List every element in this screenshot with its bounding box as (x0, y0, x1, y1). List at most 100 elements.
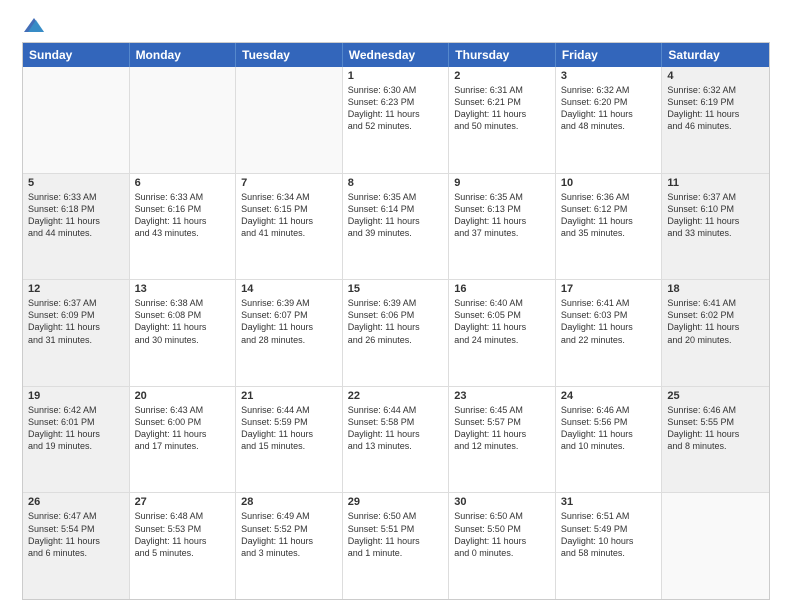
calendar: SundayMondayTuesdayWednesdayThursdayFrid… (22, 42, 770, 600)
calendar-cell: 24 Sunrise: 6:46 AM Sunset: 5:56 PM Dayli… (556, 387, 663, 493)
day-info: Sunrise: 6:43 AM Sunset: 6:00 PM Dayligh… (135, 404, 231, 453)
day-info: Sunrise: 6:32 AM Sunset: 6:20 PM Dayligh… (561, 84, 657, 133)
day-info: Sunrise: 6:41 AM Sunset: 6:03 PM Dayligh… (561, 297, 657, 346)
day-number: 6 (135, 177, 231, 189)
day-info: Sunrise: 6:33 AM Sunset: 6:18 PM Dayligh… (28, 191, 124, 240)
day-info: Sunrise: 6:36 AM Sunset: 6:12 PM Dayligh… (561, 191, 657, 240)
weekday-header: Wednesday (343, 43, 450, 67)
day-info: Sunrise: 6:37 AM Sunset: 6:09 PM Dayligh… (28, 297, 124, 346)
day-number: 19 (28, 390, 124, 402)
day-number: 2 (454, 70, 550, 82)
calendar-cell: 28Sunrise: 6:49 AM Sunset: 5:52 PM Dayli… (236, 493, 343, 599)
calendar-cell: 7Sunrise: 6:34 AM Sunset: 6:15 PM Daylig… (236, 174, 343, 280)
day-number: 18 (667, 283, 764, 295)
calendar-body: 1 Sunrise: 6:30 AM Sunset: 6:23 PM Daylig… (23, 67, 769, 599)
calendar-cell (236, 67, 343, 173)
calendar-cell: 25 Sunrise: 6:46 AM Sunset: 5:55 PM Dayli… (662, 387, 769, 493)
calendar-cell: 21 Sunrise: 6:44 AM Sunset: 5:59 PM Dayli… (236, 387, 343, 493)
logo (22, 18, 44, 32)
day-number: 12 (28, 283, 124, 295)
calendar-row: 26 Sunrise: 6:47 AM Sunset: 5:54 PM Dayli… (23, 493, 769, 599)
day-number: 10 (561, 177, 657, 189)
calendar-row: 19 Sunrise: 6:42 AM Sunset: 6:01 PM Dayli… (23, 387, 769, 494)
day-info: Sunrise: 6:38 AM Sunset: 6:08 PM Dayligh… (135, 297, 231, 346)
day-number: 23 (454, 390, 550, 402)
day-info: Sunrise: 6:32 AM Sunset: 6:19 PM Dayligh… (667, 84, 764, 133)
weekday-header: Monday (130, 43, 237, 67)
day-info: Sunrise: 6:35 AM Sunset: 6:13 PM Dayligh… (454, 191, 550, 240)
day-info: Sunrise: 6:37 AM Sunset: 6:10 PM Dayligh… (667, 191, 764, 240)
day-info: Sunrise: 6:33 AM Sunset: 6:16 PM Dayligh… (135, 191, 231, 240)
calendar-cell: 17 Sunrise: 6:41 AM Sunset: 6:03 PM Dayli… (556, 280, 663, 386)
day-info: Sunrise: 6:39 AM Sunset: 6:06 PM Dayligh… (348, 297, 444, 346)
day-number: 9 (454, 177, 550, 189)
day-number: 21 (241, 390, 337, 402)
day-number: 27 (135, 496, 231, 508)
weekday-header: Saturday (662, 43, 769, 67)
day-number: 14 (241, 283, 337, 295)
calendar-cell (23, 67, 130, 173)
day-info: Sunrise: 6:47 AM Sunset: 5:54 PM Dayligh… (28, 510, 124, 559)
day-info: Sunrise: 6:51 AM Sunset: 5:49 PM Dayligh… (561, 510, 657, 559)
day-number: 31 (561, 496, 657, 508)
calendar-cell (662, 493, 769, 599)
calendar-cell: 19 Sunrise: 6:42 AM Sunset: 6:01 PM Dayli… (23, 387, 130, 493)
day-number: 7 (241, 177, 337, 189)
day-number: 17 (561, 283, 657, 295)
calendar-cell: 12 Sunrise: 6:37 AM Sunset: 6:09 PM Dayli… (23, 280, 130, 386)
day-number: 24 (561, 390, 657, 402)
day-number: 8 (348, 177, 444, 189)
weekday-header: Friday (556, 43, 663, 67)
logo-icon (24, 18, 44, 34)
calendar-row: 12 Sunrise: 6:37 AM Sunset: 6:09 PM Dayli… (23, 280, 769, 387)
day-info: Sunrise: 6:35 AM Sunset: 6:14 PM Dayligh… (348, 191, 444, 240)
calendar-cell: 10 Sunrise: 6:36 AM Sunset: 6:12 PM Dayli… (556, 174, 663, 280)
calendar-cell: 3Sunrise: 6:32 AM Sunset: 6:20 PM Daylig… (556, 67, 663, 173)
day-info: Sunrise: 6:31 AM Sunset: 6:21 PM Dayligh… (454, 84, 550, 133)
day-info: Sunrise: 6:48 AM Sunset: 5:53 PM Dayligh… (135, 510, 231, 559)
calendar-cell: 8 Sunrise: 6:35 AM Sunset: 6:14 PM Daylig… (343, 174, 450, 280)
calendar-cell: 5 Sunrise: 6:33 AM Sunset: 6:18 PM Daylig… (23, 174, 130, 280)
calendar-cell: 4 Sunrise: 6:32 AM Sunset: 6:19 PM Daylig… (662, 67, 769, 173)
day-number: 4 (667, 70, 764, 82)
calendar-cell: 30Sunrise: 6:50 AM Sunset: 5:50 PM Dayli… (449, 493, 556, 599)
day-info: Sunrise: 6:46 AM Sunset: 5:55 PM Dayligh… (667, 404, 764, 453)
calendar-cell: 31 Sunrise: 6:51 AM Sunset: 5:49 PM Dayli… (556, 493, 663, 599)
day-number: 5 (28, 177, 124, 189)
calendar-row: 5 Sunrise: 6:33 AM Sunset: 6:18 PM Daylig… (23, 174, 769, 281)
day-number: 15 (348, 283, 444, 295)
calendar-cell: 2 Sunrise: 6:31 AM Sunset: 6:21 PM Daylig… (449, 67, 556, 173)
day-number: 26 (28, 496, 124, 508)
day-info: Sunrise: 6:42 AM Sunset: 6:01 PM Dayligh… (28, 404, 124, 453)
day-number: 22 (348, 390, 444, 402)
day-info: Sunrise: 6:50 AM Sunset: 5:51 PM Dayligh… (348, 510, 444, 559)
calendar-cell: 14Sunrise: 6:39 AM Sunset: 6:07 PM Dayli… (236, 280, 343, 386)
header (22, 18, 770, 32)
page: SundayMondayTuesdayWednesdayThursdayFrid… (0, 0, 792, 612)
calendar-cell: 26 Sunrise: 6:47 AM Sunset: 5:54 PM Dayli… (23, 493, 130, 599)
day-info: Sunrise: 6:44 AM Sunset: 5:59 PM Dayligh… (241, 404, 337, 453)
day-number: 1 (348, 70, 444, 82)
day-number: 29 (348, 496, 444, 508)
weekday-header: Thursday (449, 43, 556, 67)
calendar-cell: 27 Sunrise: 6:48 AM Sunset: 5:53 PM Dayli… (130, 493, 237, 599)
day-info: Sunrise: 6:41 AM Sunset: 6:02 PM Dayligh… (667, 297, 764, 346)
day-number: 30 (454, 496, 550, 508)
calendar-cell: 9 Sunrise: 6:35 AM Sunset: 6:13 PM Daylig… (449, 174, 556, 280)
calendar-cell: 16 Sunrise: 6:40 AM Sunset: 6:05 PM Dayli… (449, 280, 556, 386)
calendar-cell: 6 Sunrise: 6:33 AM Sunset: 6:16 PM Daylig… (130, 174, 237, 280)
calendar-cell: 18 Sunrise: 6:41 AM Sunset: 6:02 PM Dayli… (662, 280, 769, 386)
calendar-header: SundayMondayTuesdayWednesdayThursdayFrid… (23, 43, 769, 67)
day-number: 11 (667, 177, 764, 189)
day-info: Sunrise: 6:46 AM Sunset: 5:56 PM Dayligh… (561, 404, 657, 453)
calendar-row: 1 Sunrise: 6:30 AM Sunset: 6:23 PM Daylig… (23, 67, 769, 174)
day-number: 25 (667, 390, 764, 402)
day-info: Sunrise: 6:40 AM Sunset: 6:05 PM Dayligh… (454, 297, 550, 346)
calendar-cell: 29 Sunrise: 6:50 AM Sunset: 5:51 PM Dayli… (343, 493, 450, 599)
day-info: Sunrise: 6:44 AM Sunset: 5:58 PM Dayligh… (348, 404, 444, 453)
day-info: Sunrise: 6:30 AM Sunset: 6:23 PM Dayligh… (348, 84, 444, 133)
calendar-cell: 1 Sunrise: 6:30 AM Sunset: 6:23 PM Daylig… (343, 67, 450, 173)
weekday-header: Sunday (23, 43, 130, 67)
weekday-header: Tuesday (236, 43, 343, 67)
day-number: 16 (454, 283, 550, 295)
